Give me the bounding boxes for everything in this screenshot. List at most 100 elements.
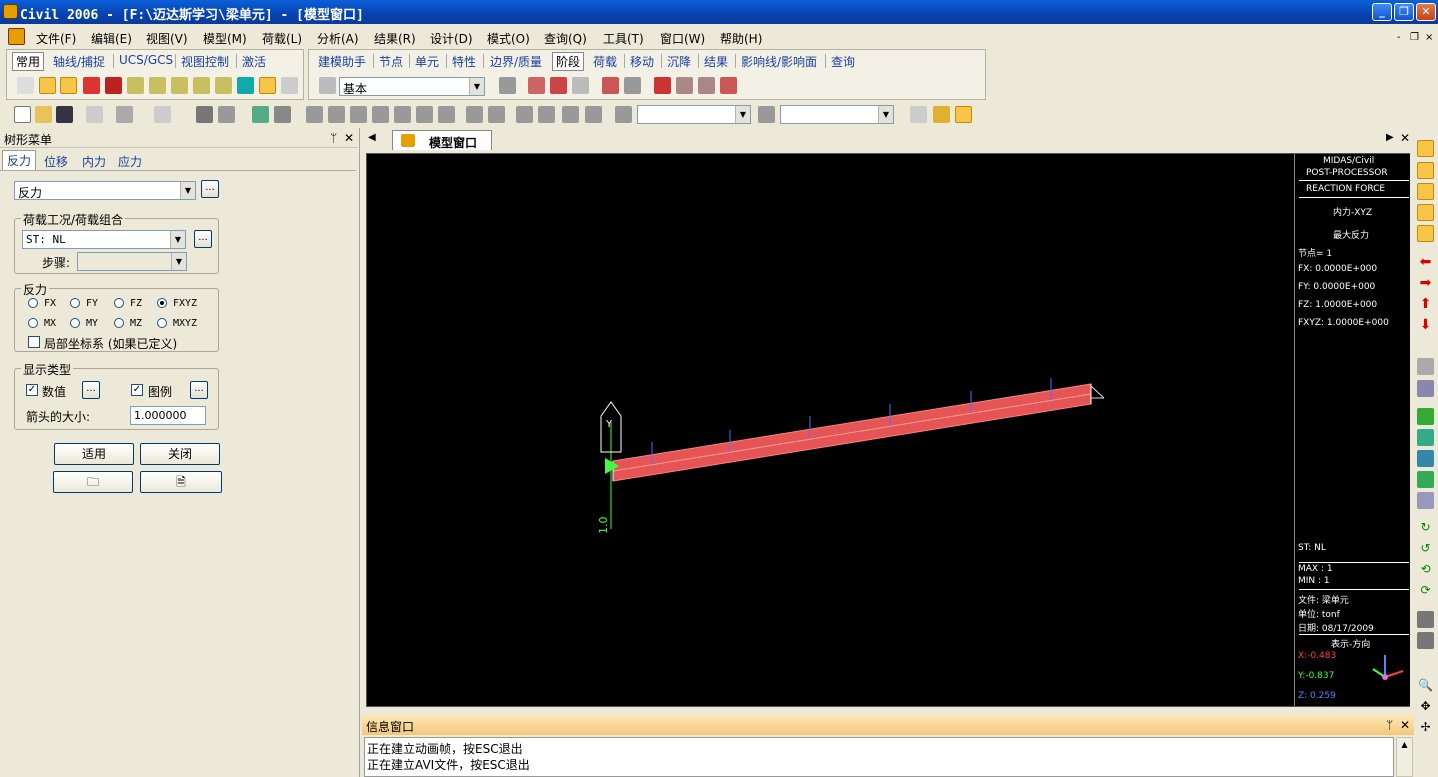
pin-icon[interactable]: ᛘ bbox=[1386, 718, 1393, 732]
save-image-button[interactable]: 🗎 bbox=[140, 471, 222, 493]
filter-select[interactable]: ▼ bbox=[637, 105, 751, 124]
menu-analysis[interactable]: 分析(A) bbox=[317, 30, 359, 47]
radio-fz[interactable] bbox=[114, 298, 124, 308]
tab-property[interactable]: 特性 bbox=[452, 53, 476, 70]
select-poly-icon[interactable] bbox=[105, 77, 122, 94]
zoom-fit-icon[interactable] bbox=[306, 106, 323, 123]
snap-mid-icon[interactable] bbox=[171, 77, 188, 94]
menu-window[interactable]: 窗口(W) bbox=[660, 30, 705, 47]
close-panel-button[interactable]: 关闭 bbox=[140, 443, 220, 465]
chevron-down-icon[interactable]: ▼ bbox=[469, 78, 484, 95]
tree-icon[interactable] bbox=[252, 106, 269, 123]
radio-mz[interactable] bbox=[114, 318, 124, 328]
save-icon[interactable] bbox=[56, 106, 73, 123]
print-icon[interactable] bbox=[196, 106, 213, 123]
info-scrollbar[interactable]: ▲ bbox=[1396, 737, 1413, 777]
snap-end-icon[interactable] bbox=[259, 77, 276, 94]
minimize-button[interactable]: _ bbox=[1372, 3, 1392, 21]
zoom-window-icon[interactable] bbox=[1417, 140, 1434, 157]
load-case-more-button[interactable]: ... bbox=[194, 230, 212, 248]
close-icon[interactable]: ✕ bbox=[344, 131, 354, 145]
radio-fx[interactable] bbox=[28, 298, 38, 308]
close-icon[interactable]: ✕ bbox=[1400, 131, 1410, 145]
chevron-down-icon[interactable]: ▼ bbox=[170, 231, 185, 248]
load-node-icon[interactable] bbox=[602, 77, 619, 94]
tab-scroll-right-icon[interactable]: ▶ bbox=[1386, 132, 1394, 143]
menu-mode[interactable]: 模式(O) bbox=[487, 30, 530, 47]
perspective-icon[interactable] bbox=[1417, 358, 1434, 375]
tab-view-control[interactable]: 视图控制 bbox=[181, 53, 229, 70]
apply-button[interactable]: 适用 bbox=[54, 443, 134, 465]
menu-tools[interactable]: 工具(T) bbox=[603, 30, 644, 47]
previous-select-icon[interactable] bbox=[488, 106, 505, 123]
menu-design[interactable]: 设计(D) bbox=[430, 30, 473, 47]
render-icon[interactable] bbox=[1417, 611, 1434, 628]
local-cs-checkbox[interactable] bbox=[28, 336, 40, 348]
tab-stage[interactable]: 阶段 bbox=[552, 52, 585, 71]
zoom-in-icon[interactable] bbox=[1417, 183, 1434, 200]
zoom-tool-icon[interactable]: 🔍 bbox=[1417, 678, 1434, 695]
front-view-icon[interactable] bbox=[1417, 450, 1434, 467]
pan-up-icon[interactable]: ⬆ bbox=[1417, 296, 1434, 313]
model-canvas[interactable]: Y 1.0 bbox=[367, 154, 1409, 706]
model-viewport[interactable]: Y 1.0 MIDAS/Civil POST-PROCESSOR REACTIO… bbox=[366, 153, 1410, 707]
zoom-out-icon[interactable] bbox=[1417, 204, 1434, 221]
rotate-right-icon[interactable]: ↺ bbox=[1417, 541, 1434, 558]
menu-model[interactable]: 模型(M) bbox=[203, 30, 247, 47]
axis-icon[interactable] bbox=[624, 77, 641, 94]
ucs-view-icon[interactable] bbox=[1417, 380, 1434, 397]
print-preview-icon[interactable] bbox=[218, 106, 235, 123]
select-volume-icon[interactable] bbox=[416, 106, 433, 123]
tab-internal-force[interactable]: 内力 bbox=[82, 153, 106, 170]
tab-node[interactable]: 节点 bbox=[379, 53, 403, 70]
open-folder-button[interactable]: 🗀 bbox=[53, 471, 133, 493]
scroll-up-icon[interactable]: ▲ bbox=[1399, 740, 1410, 752]
activate-all-icon[interactable] bbox=[585, 106, 602, 123]
new-file-icon[interactable] bbox=[14, 106, 31, 123]
inactivate-icon[interactable] bbox=[538, 106, 555, 123]
values-checkbox[interactable]: ✓ bbox=[26, 384, 38, 396]
rotate-up-icon[interactable]: ⟲ bbox=[1417, 562, 1434, 579]
menu-query[interactable]: 查询(Q) bbox=[544, 30, 587, 47]
radio-fy[interactable] bbox=[70, 298, 80, 308]
close-button[interactable]: ✕ bbox=[1416, 3, 1436, 21]
move-tool-icon[interactable]: ✢ bbox=[1417, 720, 1434, 737]
menu-help[interactable]: 帮助(H) bbox=[720, 30, 762, 47]
undo-icon[interactable] bbox=[116, 106, 133, 123]
iso-view-icon[interactable] bbox=[1417, 408, 1434, 425]
snap-line-icon[interactable] bbox=[39, 77, 56, 94]
tab-activate[interactable]: 激活 bbox=[242, 53, 266, 70]
top-view-icon[interactable] bbox=[1417, 429, 1434, 446]
mdi-close-button[interactable]: × bbox=[1425, 32, 1433, 43]
load-line-icon[interactable] bbox=[550, 77, 567, 94]
stage-define-icon[interactable] bbox=[499, 77, 516, 94]
zoom-fit-icon[interactable] bbox=[1417, 225, 1434, 242]
maximize-button[interactable]: ❐ bbox=[1394, 3, 1414, 21]
tab-boundary-mass[interactable]: 边界/质量 bbox=[490, 53, 542, 70]
tab-results[interactable]: 结果 bbox=[704, 53, 728, 70]
result-type-select[interactable]: 反力 ▼ bbox=[14, 181, 196, 200]
load-curve-icon[interactable] bbox=[720, 77, 737, 94]
load-beam-icon[interactable] bbox=[528, 77, 545, 94]
side-view-icon[interactable] bbox=[1417, 471, 1434, 488]
tab-element[interactable]: 单元 bbox=[415, 53, 439, 70]
radio-mx[interactable] bbox=[28, 318, 38, 328]
pin-icon[interactable]: ᛘ bbox=[330, 131, 337, 145]
zoom-dynamic-icon[interactable] bbox=[1417, 162, 1434, 179]
load-support-icon[interactable] bbox=[676, 77, 693, 94]
select-box-icon[interactable] bbox=[83, 77, 100, 94]
select-all-icon[interactable] bbox=[438, 106, 455, 123]
shade-icon[interactable] bbox=[1417, 632, 1434, 649]
mdi-minimize-button[interactable]: - bbox=[1397, 32, 1401, 43]
info-window-log[interactable]: 正在建立动画帧，按ESC退出 正在建立AVI文件，按ESC退出 bbox=[364, 737, 1394, 777]
tab-common[interactable]: 常用 bbox=[12, 52, 45, 71]
menu-results[interactable]: 结果(R) bbox=[374, 30, 416, 47]
snap-perp-icon[interactable] bbox=[281, 77, 298, 94]
pan-right-icon[interactable]: ➡ bbox=[1417, 275, 1434, 292]
tab-model-window[interactable]: 模型窗口 bbox=[392, 130, 492, 150]
ucs-icon[interactable] bbox=[758, 106, 775, 123]
tab-load[interactable]: 荷载 bbox=[593, 53, 617, 70]
node-grid-icon[interactable] bbox=[17, 77, 34, 94]
snap-grid-icon[interactable] bbox=[193, 77, 210, 94]
activate-icon[interactable] bbox=[516, 106, 533, 123]
